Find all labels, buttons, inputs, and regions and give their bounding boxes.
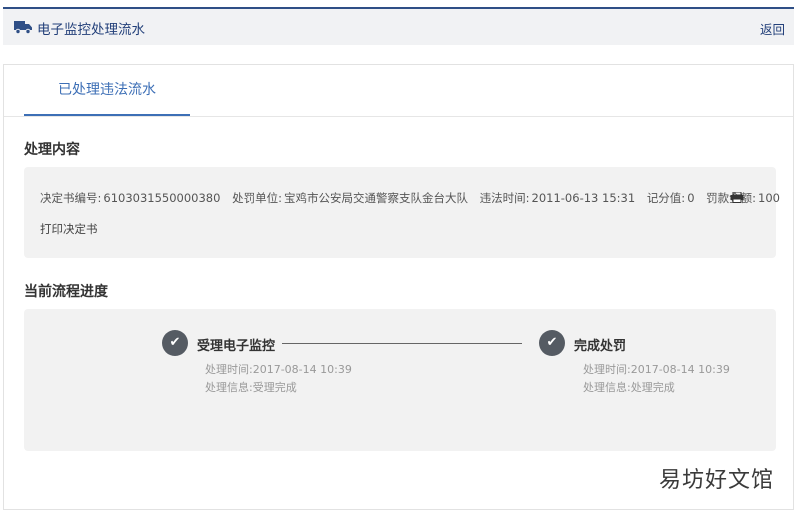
step-1-name: 受理电子监控 (197, 339, 276, 354)
dept-value: 宝鸡市公安局交通警察支队金台大队 (283, 191, 468, 205)
step-1-time: 处理时间:2017-08-14 10:39 (205, 363, 352, 376)
truck-icon (14, 19, 32, 38)
step-2-meta: 处理时间:2017-08-14 10:39 处理信息:处理完成 (583, 361, 730, 397)
dept-label: 处罚单位: (232, 191, 282, 205)
fine-value: 100 (758, 191, 780, 205)
score-value: 0 (687, 191, 695, 205)
step-1-info: 处理信息:受理完成 (205, 381, 297, 394)
page-title: 电子监控处理流水 (37, 22, 145, 38)
tab-processed-violations[interactable]: 已处理违法流水 (24, 65, 190, 116)
step-2-name: 完成处罚 (574, 339, 627, 354)
step-2-info: 处理信息:处理完成 (583, 381, 675, 394)
decision-no-label: 决定书编号: (40, 191, 102, 205)
time-value: 2011-06-13 15:31 (531, 191, 636, 205)
progress-section-title: 当前流程进度 (24, 284, 108, 300)
check-icon: ✔ (162, 330, 188, 356)
main-card: 已处理违法流水 处理内容 决定书编号: 6103031550000380 处罚单位… (3, 64, 794, 510)
step-1-meta: 处理时间:2017-08-14 10:39 处理信息:受理完成 (205, 361, 352, 397)
tab-bar: 已处理违法流水 (4, 65, 793, 117)
header-bar: 电子监控处理流水 返回 (3, 7, 794, 45)
decision-info-line: 决定书编号: 6103031550000380 处罚单位: 宝鸡市公安局交通警察支队… (40, 190, 788, 206)
score-label: 记分值: (646, 191, 686, 205)
print-decision-link[interactable]: 打印决定书 (40, 221, 98, 237)
content-info-box: 决定书编号: 6103031550000380 处罚单位: 宝鸡市公安局交通警察支队… (24, 167, 780, 258)
decision-no: 6103031550000380 (103, 191, 221, 205)
back-link[interactable]: 返回 (760, 19, 785, 38)
check-icon: ✔ (539, 330, 565, 356)
watermark: 易坊好文馆 (658, 468, 774, 493)
step-2-time: 处理时间:2017-08-14 10:39 (583, 363, 730, 376)
step-connector (282, 343, 522, 344)
time-label: 违法时间: (479, 191, 530, 205)
progress-flow-box: ✔ 受理电子监控 处理时间:2017-08-14 10:39 处理信息:受理完成… (24, 309, 776, 451)
content-section-title: 处理内容 (24, 142, 80, 158)
printer-icon[interactable] (730, 191, 744, 206)
